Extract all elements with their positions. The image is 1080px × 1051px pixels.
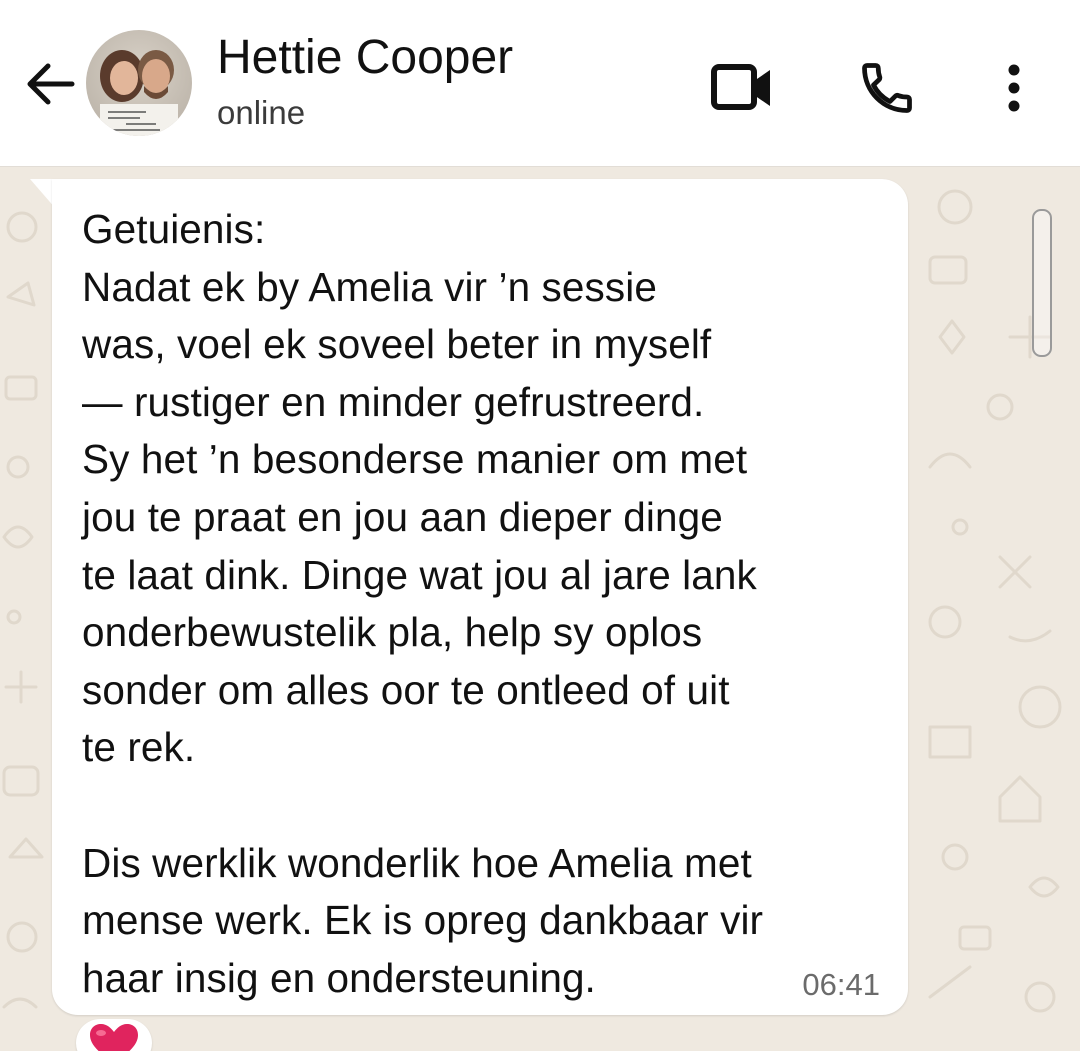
scrollbar-thumb[interactable]: [1032, 209, 1052, 357]
voice-call-button[interactable]: [851, 52, 923, 124]
arrow-back-icon: [27, 63, 75, 105]
message-bubble[interactable]: Getuienis: Nadat ek by Amelia vir ’n ses…: [52, 179, 908, 1015]
message-timestamp: 06:41: [802, 967, 880, 1002]
avatar[interactable]: [86, 30, 192, 136]
heart-emoji-icon: [90, 1024, 138, 1051]
more-vertical-icon: [1008, 64, 1020, 112]
back-button[interactable]: [22, 56, 78, 112]
phone-icon: [862, 63, 912, 113]
message-text: Getuienis: Nadat ek by Amelia vir ’n ses…: [82, 206, 764, 1001]
more-options-button[interactable]: [980, 52, 1048, 124]
video-call-button[interactable]: [706, 52, 778, 124]
chat-header: Hettie Cooper online: [0, 0, 1080, 167]
video-camera-icon: [711, 64, 770, 110]
contact-status: online: [217, 94, 306, 131]
contact-info[interactable]: Hettie Cooper online: [217, 28, 513, 138]
chat-area[interactable]: Getuienis: Nadat ek by Amelia vir ’n ses…: [0, 167, 1080, 1051]
message-reaction[interactable]: [76, 1019, 152, 1051]
contact-name: Hettie Cooper: [217, 31, 514, 84]
